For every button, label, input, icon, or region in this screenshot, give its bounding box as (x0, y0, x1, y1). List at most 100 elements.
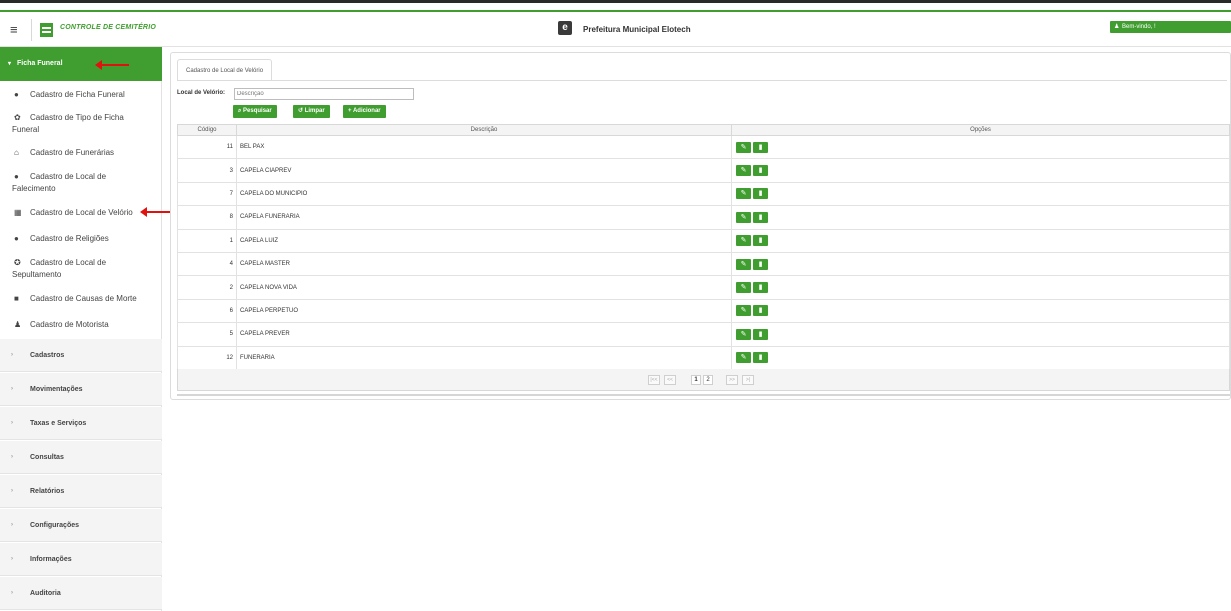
edit-button[interactable]: ✎ (736, 305, 751, 317)
add-button[interactable]: + Adicionar (343, 105, 386, 118)
sidebar-group-label: Informações (30, 556, 72, 563)
delete-button[interactable]: ▮ (753, 258, 768, 270)
sidebar-group-cadastros[interactable]: › Cadastros (0, 339, 162, 372)
edit-button[interactable]: ✎ (736, 352, 751, 364)
sidebar-item-local-sepultamento[interactable]: ✪ Cadastro de Local de Sepultamento (0, 257, 162, 281)
trash-icon: ▮ (758, 260, 763, 268)
sidebar-item-ficha-funeral[interactable]: ● Cadastro de Ficha Funeral (0, 89, 162, 101)
page-2-button[interactable]: 2 (703, 375, 713, 385)
sidebar-item-motorista[interactable]: ♟ Cadastro de Motorista (0, 319, 162, 331)
sidebar-group-taxas[interactable]: › Taxas e Serviços (0, 407, 162, 440)
sidebar-item-tipo-ficha[interactable]: ✿ Cadastro de Tipo de Ficha Funeral (0, 112, 162, 136)
table-row[interactable]: 3 CAPELA CIAPREV ✎ ▮ (177, 158, 1230, 183)
pencil-icon: ✎ (740, 260, 747, 268)
cell-description: CAPELA MASTER (236, 251, 732, 277)
description-search-input[interactable] (234, 88, 414, 100)
cell-code: 3 (177, 158, 237, 183)
sidebar-group-label: Auditoria (30, 590, 61, 597)
table-row[interactable]: 5 CAPELA PREVER ✎ ▮ (177, 322, 1230, 347)
edit-button[interactable]: ✎ (736, 165, 751, 177)
cell-code: 7 (177, 181, 237, 207)
column-header-options: Opções (731, 124, 1230, 136)
hamburger-menu-icon[interactable]: ≡ (10, 23, 24, 37)
tab-local-velorio[interactable]: Cadastro de Local de Velório (177, 59, 273, 81)
delete-button[interactable]: ▮ (753, 328, 768, 340)
edit-button[interactable]: ✎ (736, 188, 751, 200)
prev-page-button[interactable]: << (664, 375, 676, 385)
edit-button[interactable]: ✎ (736, 258, 751, 270)
table-header-row: Código Descrição Opções (177, 124, 1230, 136)
edit-button[interactable]: ✎ (736, 328, 751, 340)
clear-button-label: Limpar (304, 108, 325, 114)
delete-button[interactable]: ▮ (753, 211, 768, 223)
sidebar-group-label: Cadastros (30, 352, 65, 359)
edit-button[interactable]: ✎ (736, 141, 751, 153)
cell-description: BEL PAX (236, 134, 732, 160)
sidebar-group-label: Consultas (30, 454, 64, 461)
sidebar-group-movimentacoes[interactable]: › Movimentações (0, 373, 162, 406)
sidebar-item-funerarias[interactable]: ⌂ Cadastro de Funerárias (0, 147, 162, 159)
table-row[interactable]: 4 CAPELA MASTER ✎ ▮ (177, 251, 1230, 277)
sidebar-group-label: Movimentações (30, 386, 83, 393)
user-icon: ♟ (1114, 24, 1120, 30)
trash-icon: ▮ (758, 330, 763, 338)
edit-button[interactable]: ✎ (736, 282, 751, 294)
table-row[interactable]: 8 CAPELA FUNERARIA ✎ ▮ (177, 205, 1230, 230)
pagination: |<< << 1 2 >> >| (177, 369, 1230, 391)
table-row[interactable]: 2 CAPELA NOVA VIDA ✎ ▮ (177, 275, 1230, 300)
sidebar-item-label: Cadastro de Funerárias (30, 148, 115, 157)
table-row[interactable]: 7 CAPELA DO MUNICIPIO ✎ ▮ (177, 181, 1230, 207)
delete-button[interactable]: ▮ (753, 188, 768, 200)
chevron-right-icon: › (11, 454, 13, 460)
sidebar-item-label: Cadastro de Motorista (30, 320, 109, 329)
table-row[interactable]: 11 BEL PAX ✎ ▮ (177, 134, 1230, 160)
delete-button[interactable]: ▮ (753, 235, 768, 247)
sidebar-item-causas-morte[interactable]: ■ Cadastro de Causas de Morte (0, 293, 162, 305)
edit-button[interactable]: ✎ (736, 211, 751, 223)
content-panel: Cadastro de Local de Velório Local de Ve… (170, 52, 1231, 400)
table-row[interactable]: 12 FUNERARIA ✎ ▮ (177, 345, 1230, 370)
cell-code: 1 (177, 228, 237, 253)
page-1-button[interactable]: 1 (691, 375, 701, 385)
pencil-icon: ✎ (740, 143, 747, 151)
table-row[interactable]: 6 CAPELA PERPETUO ✎ ▮ (177, 298, 1230, 324)
column-header-description[interactable]: Descrição (236, 124, 732, 136)
cell-description: CAPELA PERPETUO (236, 298, 732, 324)
next-page-button[interactable]: >> (726, 375, 738, 385)
table-row[interactable]: 1 CAPELA LUIZ ✎ ▮ (177, 228, 1230, 253)
annotation-arrow (140, 207, 170, 217)
welcome-button[interactable]: ♟ Bem-vindo, ! (1110, 21, 1231, 33)
edit-button[interactable]: ✎ (736, 235, 751, 247)
sidebar-item-religioes[interactable]: ● Cadastro de Religiões (0, 233, 162, 245)
delete-button[interactable]: ▮ (753, 305, 768, 317)
map-pin-icon: ● (14, 172, 19, 181)
spreadsheet-icon (40, 23, 53, 37)
clear-button[interactable]: ↺ Limpar (293, 105, 330, 118)
sidebar-item-local-falecimento[interactable]: ● Cadastro de Local de Falecimento (0, 171, 162, 195)
pencil-icon: ✎ (740, 354, 747, 362)
sidebar-item-label-cont: Sepultamento (12, 270, 62, 279)
delete-button[interactable]: ▮ (753, 282, 768, 294)
sidebar-group-consultas[interactable]: › Consultas (0, 441, 162, 474)
last-page-button[interactable]: >| (742, 375, 754, 385)
sidebar-group-configuracoes[interactable]: › Configurações (0, 509, 162, 542)
globe-icon: ✪ (14, 258, 21, 267)
first-page-button[interactable]: |<< (648, 375, 660, 385)
cell-description: CAPELA CIAPREV (236, 158, 732, 183)
sidebar-group-informacoes[interactable]: › Informações (0, 543, 162, 576)
delete-button[interactable]: ▮ (753, 141, 768, 153)
trash-icon: ▮ (758, 167, 763, 175)
cell-options: ✎ ▮ (731, 158, 1230, 183)
sidebar-group-ficha-funeral[interactable]: ▾ Ficha Funeral (0, 47, 162, 81)
delete-button[interactable]: ▮ (753, 165, 768, 177)
column-header-code[interactable]: Código (177, 124, 237, 136)
panel-footer-line (177, 394, 1230, 396)
chevron-right-icon: › (11, 488, 13, 494)
sidebar-group-relatorios[interactable]: › Relatórios (0, 475, 162, 508)
chevron-right-icon: › (11, 386, 13, 392)
search-button[interactable]: ⌕ Pesquisar (233, 105, 277, 118)
sidebar-item-local-velorio[interactable]: ▦ Cadastro de Local de Velório (0, 207, 162, 219)
sidebar-group-auditoria[interactable]: › Auditoria (0, 577, 162, 610)
cell-code: 4 (177, 251, 237, 277)
delete-button[interactable]: ▮ (753, 352, 768, 364)
